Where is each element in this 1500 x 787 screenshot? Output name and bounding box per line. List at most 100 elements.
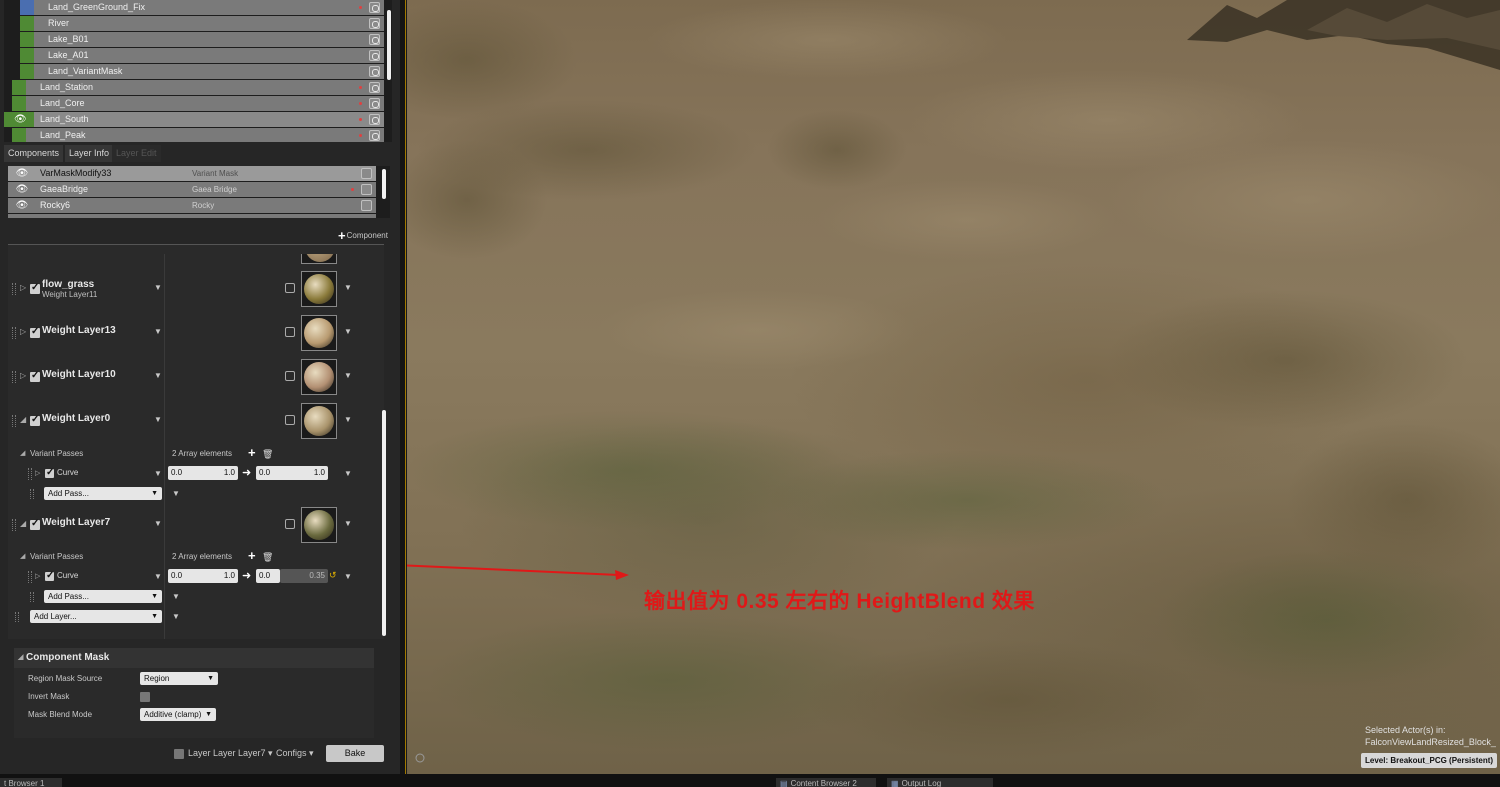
chevron-down-icon[interactable]: ▼ — [154, 519, 162, 528]
drag-handle[interactable] — [12, 327, 16, 339]
input-min-field[interactable]: 0.0 1.0 — [168, 466, 238, 480]
output-min-field[interactable]: 0.0 — [256, 569, 280, 583]
drag-handle[interactable] — [12, 415, 16, 427]
component-row[interactable]: 👁 GaeaBridge Gaea Bridge — [8, 182, 376, 197]
landscape-list-scrollbar[interactable] — [387, 10, 391, 80]
lock-icon[interactable] — [369, 34, 380, 45]
drag-handle[interactable] — [28, 571, 32, 583]
layer-thumbnail[interactable] — [301, 254, 337, 264]
lock-icon[interactable] — [369, 18, 380, 29]
tab-layer-info[interactable]: Layer Info — [65, 145, 114, 162]
output-max-field[interactable]: 0.35 — [280, 569, 328, 583]
clear-button[interactable] — [285, 371, 295, 381]
panel-splitter[interactable] — [400, 0, 406, 774]
clear-button[interactable] — [285, 415, 295, 425]
component-list-scrollbar[interactable] — [382, 169, 386, 199]
eye-icon[interactable]: 👁 — [14, 112, 27, 127]
landscape-row[interactable]: 👁 Land_South — [4, 112, 384, 127]
eye-icon[interactable]: 👁 — [12, 182, 32, 197]
tab-layer-edit[interactable]: Layer Edit — [112, 145, 161, 162]
expand-arrow-icon[interactable]: ▷ — [35, 469, 40, 477]
clear-button[interactable] — [285, 327, 295, 337]
layer-thumbnail[interactable] — [301, 315, 337, 351]
chevron-down-icon[interactable]: ▼ — [154, 371, 162, 380]
layer-row[interactable]: ◢ Weight Layer0 ▼ ▼ — [12, 403, 372, 443]
tab-content-browser-1[interactable]: t Browser 1 — [0, 778, 62, 787]
lock-icon[interactable] — [361, 168, 372, 179]
chevron-down-icon[interactable]: ▼ — [154, 572, 162, 581]
trash-icon[interactable]: 🗑 — [262, 446, 273, 462]
configs-dropdown[interactable]: Configs ▾ — [276, 748, 314, 759]
component-row[interactable]: 👁 Rocky6 Rocky — [8, 198, 376, 213]
landscape-row[interactable]: Lake_A01 — [20, 48, 384, 63]
chevron-down-icon[interactable]: ▼ — [172, 592, 180, 601]
landscape-row[interactable]: Land_VariantMask — [20, 64, 384, 79]
layer-row[interactable]: ▷ Weight Layer10 ▼ ▼ — [12, 359, 372, 399]
chevron-down-icon[interactable]: ▼ — [344, 415, 352, 424]
component-row[interactable]: 👁 VarMaskModify33 Variant Mask — [8, 166, 376, 181]
eye-icon[interactable]: 👁 — [12, 198, 32, 213]
chevron-down-icon[interactable]: ▼ — [344, 469, 352, 478]
layer-row[interactable]: ▷ flow_grass Weight Layer11 ▼ ▼ — [12, 271, 372, 311]
layer-thumbnail[interactable] — [301, 403, 337, 439]
collapse-arrow-icon[interactable]: ◢ — [20, 549, 25, 565]
landscape-row[interactable]: Land_Peak — [12, 128, 384, 142]
layer-row[interactable]: ▷ Weight Layer13 ▼ ▼ — [12, 315, 372, 355]
chevron-down-icon[interactable]: ▼ — [154, 415, 162, 424]
drag-handle[interactable] — [28, 468, 32, 480]
tab-components[interactable]: Components — [4, 145, 64, 162]
expand-arrow-icon[interactable]: ▷ — [20, 283, 26, 292]
clear-button[interactable] — [285, 283, 295, 293]
layer-row[interactable]: ◢ Weight Layer7 ▼ ▼ — [12, 507, 372, 547]
curve-pass-row[interactable]: ▷ Curve ▼ 0.01.0 ➜ 0.01.0 ▼ — [28, 466, 388, 482]
output-range-field[interactable]: 0.0 1.0 — [256, 466, 328, 480]
region-mask-source-dropdown[interactable]: Region ▼ — [140, 672, 218, 685]
drag-handle[interactable] — [12, 283, 16, 295]
bake-button[interactable]: Bake — [326, 745, 384, 762]
chevron-down-icon[interactable]: ▼ — [154, 283, 162, 292]
component-mask-header[interactable]: ◢ Component Mask — [14, 648, 374, 668]
lock-icon[interactable] — [369, 2, 380, 13]
collapse-arrow-icon[interactable]: ◢ — [20, 415, 26, 424]
component-row[interactable] — [8, 214, 376, 218]
drag-handle[interactable] — [15, 612, 19, 622]
chevron-down-icon[interactable]: ▼ — [154, 469, 162, 478]
lock-icon[interactable] — [369, 114, 380, 125]
add-pass-dropdown[interactable]: Add Pass... ▼ — [44, 487, 162, 500]
lock-icon[interactable] — [369, 50, 380, 61]
landscape-row[interactable]: Lake_B01 — [20, 32, 384, 47]
invert-mask-checkbox[interactable] — [140, 692, 150, 702]
layer-enabled-checkbox[interactable] — [30, 370, 40, 382]
chevron-down-icon[interactable]: ▼ — [172, 612, 180, 621]
expand-arrow-icon[interactable]: ▷ — [20, 371, 26, 380]
landscape-row[interactable]: Land_GreenGround_Fix — [20, 0, 384, 15]
input-range-field[interactable]: 0.0 1.0 — [168, 569, 238, 583]
eye-icon[interactable]: 👁 — [12, 166, 32, 181]
curve-enabled-checkbox[interactable] — [45, 570, 54, 581]
lock-icon[interactable] — [369, 98, 380, 109]
lock-icon[interactable] — [369, 66, 380, 77]
lock-icon[interactable] — [369, 130, 380, 141]
chevron-down-icon[interactable]: ▼ — [172, 489, 180, 498]
layer-thumbnail[interactable] — [301, 271, 337, 307]
drag-handle[interactable] — [12, 371, 16, 383]
chevron-down-icon[interactable]: ▼ — [344, 327, 352, 336]
chevron-down-icon[interactable]: ▼ — [344, 519, 352, 528]
add-component-button[interactable]: +Component — [338, 228, 388, 243]
collapse-arrow-icon[interactable]: ◢ — [20, 446, 25, 462]
lock-icon[interactable] — [361, 200, 372, 211]
expand-arrow-icon[interactable]: ▷ — [35, 572, 40, 580]
drag-handle[interactable] — [30, 592, 34, 602]
viewport[interactable] — [407, 0, 1500, 774]
tab-output-log[interactable]: ▦ Output Log — [887, 778, 993, 787]
mask-blend-mode-dropdown[interactable]: Additive (clamp) ▼ — [140, 708, 216, 721]
details-scrollbar[interactable] — [382, 410, 386, 636]
landscape-row[interactable]: Land_Core — [12, 96, 384, 111]
reset-to-default-icon[interactable]: ↺ — [329, 570, 337, 581]
add-element-icon[interactable]: + — [248, 445, 256, 461]
landscape-row[interactable]: Land_Station — [12, 80, 384, 95]
collapse-arrow-icon[interactable]: ◢ — [20, 519, 26, 528]
layer-enabled-checkbox[interactable] — [30, 282, 40, 294]
chevron-down-icon[interactable]: ▼ — [344, 283, 352, 292]
chevron-down-icon[interactable]: ▼ — [344, 572, 352, 581]
